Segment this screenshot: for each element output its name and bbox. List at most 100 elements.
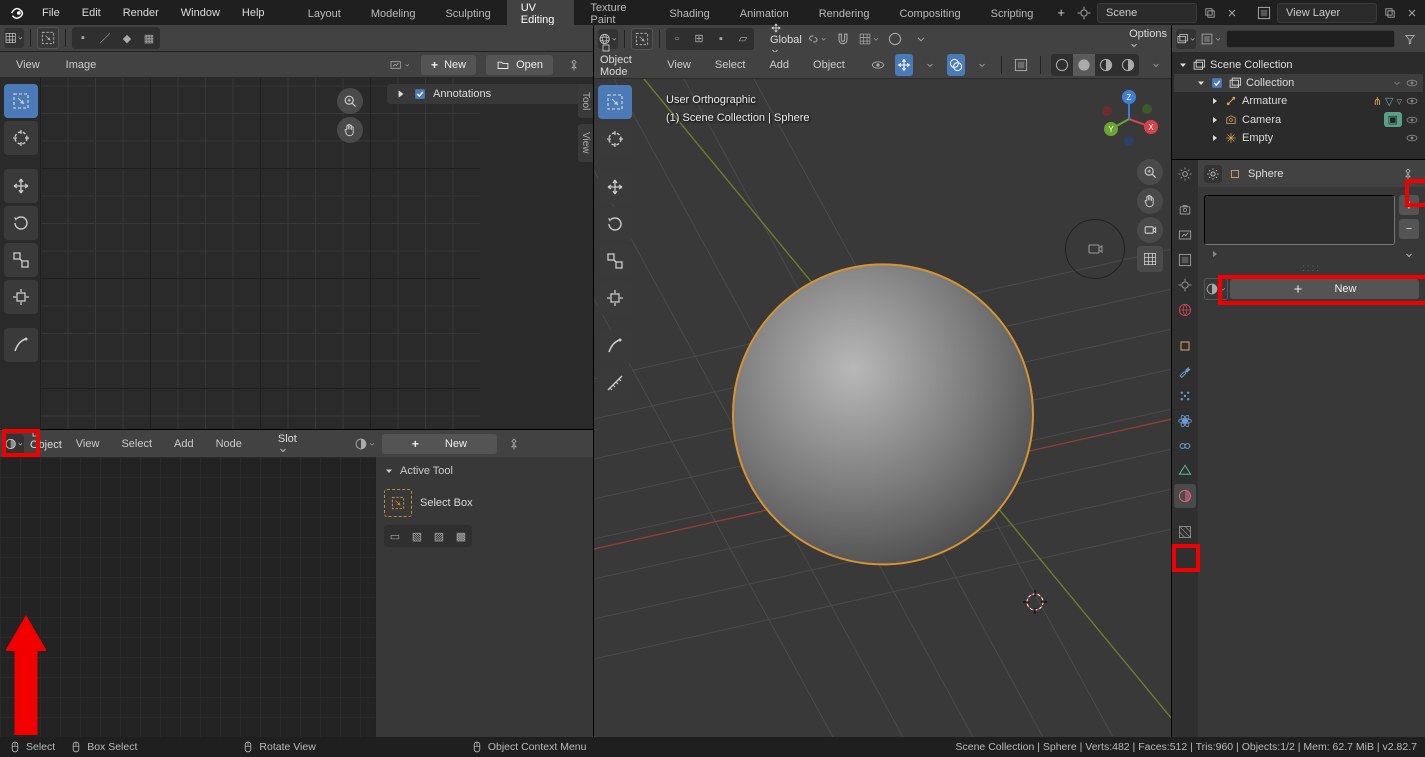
uv-pin-icon[interactable] bbox=[563, 54, 585, 76]
nav-pan-icon[interactable] bbox=[1137, 188, 1163, 214]
vp-menu-view[interactable]: View bbox=[659, 56, 699, 74]
tab-modifiers[interactable] bbox=[1174, 359, 1196, 383]
new-scene-icon[interactable] bbox=[1201, 4, 1219, 22]
uv-canvas[interactable]: Annotations Tool View bbox=[0, 78, 593, 429]
tab-constraints[interactable] bbox=[1174, 434, 1196, 458]
workspace-shading[interactable]: Shading bbox=[655, 3, 723, 25]
new-material-button[interactable]: New bbox=[1230, 279, 1419, 299]
delete-viewlayer-icon[interactable] bbox=[1403, 4, 1421, 22]
tree-armature[interactable]: Armature ⋔▽▿ bbox=[1174, 92, 1423, 110]
select-mode-extend-icon[interactable]: ▧ bbox=[406, 525, 428, 547]
tool-cursor[interactable] bbox=[4, 121, 38, 155]
snap-vertex-icon[interactable]: ▪ bbox=[710, 28, 732, 50]
menu-edit[interactable]: Edit bbox=[72, 3, 111, 23]
editor-type-shader-icon[interactable] bbox=[4, 434, 24, 454]
visibility-icon[interactable] bbox=[1405, 131, 1419, 145]
side-tab-tool[interactable]: Tool bbox=[578, 84, 593, 118]
tab-viewlayer[interactable] bbox=[1174, 248, 1196, 272]
view-axis-gizmo[interactable]: X Y Z bbox=[1099, 89, 1159, 149]
workspace-sculpting[interactable]: Sculpting bbox=[431, 3, 504, 25]
shader-menu-node[interactable]: Node bbox=[208, 435, 250, 453]
annotations-panel-header[interactable]: Annotations bbox=[387, 84, 587, 104]
menu-window[interactable]: Window bbox=[171, 3, 230, 23]
nav-zoom-icon[interactable] bbox=[1137, 159, 1163, 185]
overlays-options-icon[interactable] bbox=[973, 54, 991, 76]
side-tab-view[interactable]: View bbox=[578, 124, 593, 162]
uv-sync-select-icon[interactable] bbox=[37, 27, 59, 49]
proportional-falloff-icon[interactable] bbox=[910, 28, 932, 50]
vp-menu-select[interactable]: Select bbox=[707, 56, 754, 74]
vp-tool-cursor[interactable] bbox=[598, 122, 632, 156]
vp-menu-add[interactable]: Add bbox=[761, 56, 797, 74]
tool-transform[interactable] bbox=[4, 280, 38, 314]
viewport-canvas[interactable]: User Orthographic (1) Scene Collection |… bbox=[594, 79, 1171, 737]
uv-face-select-icon[interactable]: ◆ bbox=[116, 27, 138, 49]
editor-type-uv-icon[interactable] bbox=[4, 28, 24, 48]
tool-box-select[interactable] bbox=[4, 84, 38, 118]
tree-scene-collection[interactable]: Scene Collection bbox=[1174, 56, 1423, 74]
shader-new-material-button[interactable]: +New bbox=[382, 434, 497, 454]
props-pin-icon[interactable] bbox=[1397, 163, 1419, 185]
workspace-modeling[interactable]: Modeling bbox=[357, 3, 430, 25]
outliner-search-input[interactable] bbox=[1226, 30, 1395, 48]
active-tool-header[interactable]: Active Tool bbox=[384, 465, 585, 477]
scene-browse-icon[interactable] bbox=[1075, 4, 1093, 22]
zoom-icon[interactable] bbox=[337, 88, 363, 114]
vp-menu-object[interactable]: Object bbox=[805, 56, 853, 74]
tool-rotate[interactable] bbox=[4, 206, 38, 240]
tree-camera[interactable]: Camera ▣ bbox=[1174, 110, 1423, 129]
vp-tool-scale[interactable] bbox=[598, 244, 632, 278]
visibility-icon[interactable] bbox=[1405, 76, 1419, 90]
tab-texture[interactable] bbox=[1174, 520, 1196, 544]
menu-render[interactable]: Render bbox=[113, 3, 169, 23]
tab-render[interactable] bbox=[1174, 198, 1196, 222]
shading-solid-icon[interactable] bbox=[1073, 54, 1095, 76]
shading-options-icon[interactable] bbox=[1147, 54, 1165, 76]
outliner-filter-icon[interactable] bbox=[1399, 28, 1421, 50]
tab-world[interactable] bbox=[1174, 298, 1196, 322]
editor-type-props-icon[interactable] bbox=[1204, 165, 1222, 183]
overlays-toggle-icon[interactable] bbox=[947, 54, 965, 76]
select-mode-intersect-icon[interactable]: ▩ bbox=[450, 525, 472, 547]
uv-island-select-icon[interactable]: ▦ bbox=[138, 27, 160, 49]
remove-material-slot-button[interactable]: − bbox=[1399, 219, 1419, 239]
scene-name-input[interactable] bbox=[1097, 3, 1197, 23]
outliner-tree[interactable]: Scene Collection Collection Armature ⋔▽▿ bbox=[1172, 52, 1425, 159]
tab-scene[interactable] bbox=[1174, 273, 1196, 297]
visibility-icon[interactable] bbox=[1405, 113, 1419, 127]
uv-open-image-button[interactable]: Open bbox=[486, 55, 553, 75]
nav-persp-icon[interactable] bbox=[1137, 246, 1163, 272]
snap-edge-icon[interactable]: ▱ bbox=[732, 28, 754, 50]
shader-node-canvas[interactable] bbox=[0, 457, 375, 737]
image-browse-icon[interactable] bbox=[389, 54, 411, 76]
visibility-icon[interactable] bbox=[1405, 94, 1419, 108]
tab-physics[interactable] bbox=[1174, 409, 1196, 433]
shader-menu-view[interactable]: View bbox=[68, 435, 108, 453]
pan-hand-icon[interactable] bbox=[337, 117, 363, 143]
shader-type-dropdown[interactable]: Object bbox=[30, 427, 62, 461]
vp-tool-box-select[interactable] bbox=[598, 85, 632, 119]
tab-material[interactable] bbox=[1174, 484, 1196, 508]
material-browse-button[interactable] bbox=[1204, 278, 1228, 300]
shading-wireframe-icon[interactable] bbox=[1051, 54, 1073, 76]
editor-type-outliner-icon[interactable] bbox=[1176, 29, 1196, 49]
gizmo-toggle-icon[interactable] bbox=[895, 54, 913, 76]
tab-active-tool[interactable] bbox=[1174, 162, 1196, 186]
tab-particles[interactable] bbox=[1174, 384, 1196, 408]
tab-output[interactable] bbox=[1174, 223, 1196, 247]
snap-settings-icon[interactable] bbox=[858, 28, 880, 50]
xray-toggle-icon[interactable] bbox=[1012, 54, 1030, 76]
viewport-options-dropdown[interactable]: Options bbox=[1129, 28, 1167, 50]
viewlayer-name-input[interactable] bbox=[1277, 3, 1377, 23]
vp-tool-rotate[interactable] bbox=[598, 207, 632, 241]
new-viewlayer-icon[interactable] bbox=[1381, 4, 1399, 22]
orientation-dropdown[interactable]: Global bbox=[770, 22, 802, 56]
nav-camera-icon[interactable] bbox=[1137, 217, 1163, 243]
viewlayer-browse-icon[interactable] bbox=[1255, 4, 1273, 22]
shader-pin-icon[interactable] bbox=[503, 433, 525, 455]
material-slot-dropdown[interactable]: Slot bbox=[278, 433, 348, 455]
select-mode-set-icon[interactable]: ▭ bbox=[384, 525, 406, 547]
workspace-scripting[interactable]: Scripting bbox=[977, 3, 1048, 25]
workspace-add-button[interactable]: + bbox=[1049, 1, 1073, 24]
tab-object[interactable] bbox=[1174, 334, 1196, 358]
